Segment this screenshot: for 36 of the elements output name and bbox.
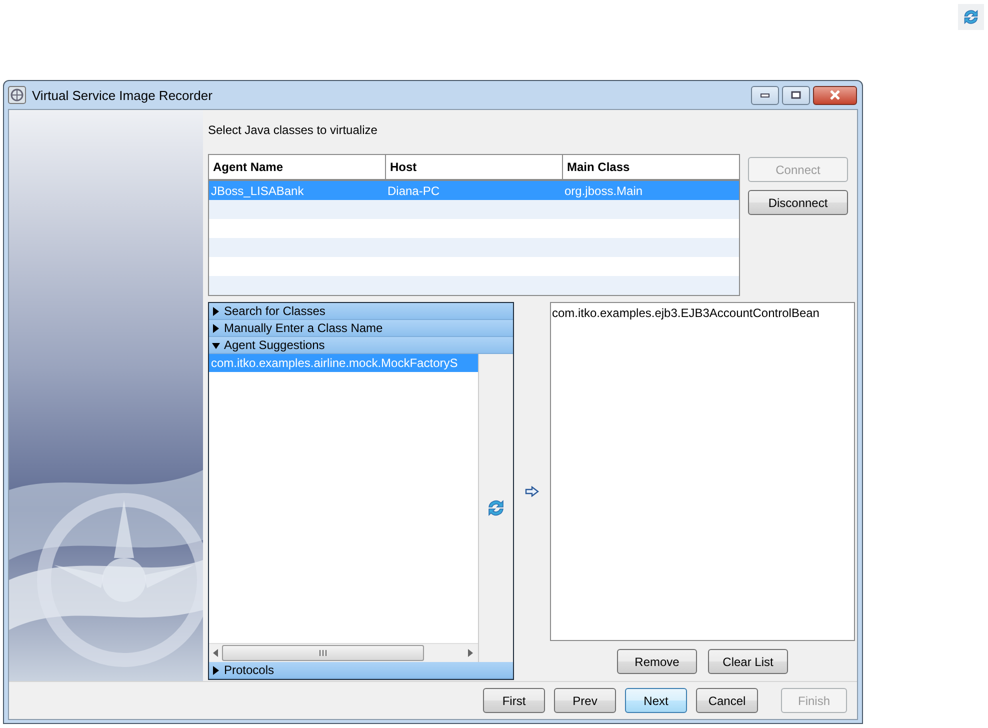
column-header[interactable]: Agent Name [208,154,386,180]
table-cell: org.jboss.Main [564,184,643,198]
cancel-button[interactable]: Cancel [696,688,758,713]
list-item[interactable]: com.itko.examples.ejb3.EJB3AccountControlBean [552,305,853,321]
maximize-button[interactable] [782,86,810,104]
section-header[interactable]: Protocols [209,662,513,679]
window-title: Virtual Service Image Recorder [32,88,212,102]
column-header[interactable]: Main Class [562,154,740,180]
expand-icon [212,666,220,674]
table-cell: Diana-PC [388,184,440,198]
scroll-right-icon[interactable] [468,649,474,657]
disconnect-button[interactable]: Disconnect [748,190,848,215]
next-button[interactable]: Next [625,688,687,713]
minimize-icon [760,92,770,98]
horizontal-scrollbar[interactable] [209,643,478,662]
add-arrow-icon[interactable] [525,486,539,496]
maximize-icon [791,91,801,99]
refresh-icon[interactable] [962,8,980,26]
refresh-icon[interactable] [486,497,506,519]
close-icon [829,90,841,100]
collapse-icon [212,340,220,350]
close-button[interactable] [813,86,857,104]
section-header[interactable]: Agent Suggestions [209,337,513,354]
section-header[interactable]: Search for Classes [209,303,513,320]
prev-button[interactable]: Prev [554,688,616,713]
instruction-text: Select Java classes to virtualize [208,122,378,138]
remove-button[interactable]: Remove [617,649,697,674]
table-cell: JBoss_LISABank [211,184,304,198]
section-header[interactable]: Manually Enter a Class Name [209,320,513,337]
minimize-button[interactable] [751,86,779,104]
clear-list-button[interactable]: Clear List [708,649,788,674]
column-header[interactable]: Host [386,154,562,180]
grip-icon [319,650,327,656]
app-icon [8,86,26,104]
scroll-left-icon[interactable] [213,649,219,657]
first-button[interactable]: First [483,688,545,713]
